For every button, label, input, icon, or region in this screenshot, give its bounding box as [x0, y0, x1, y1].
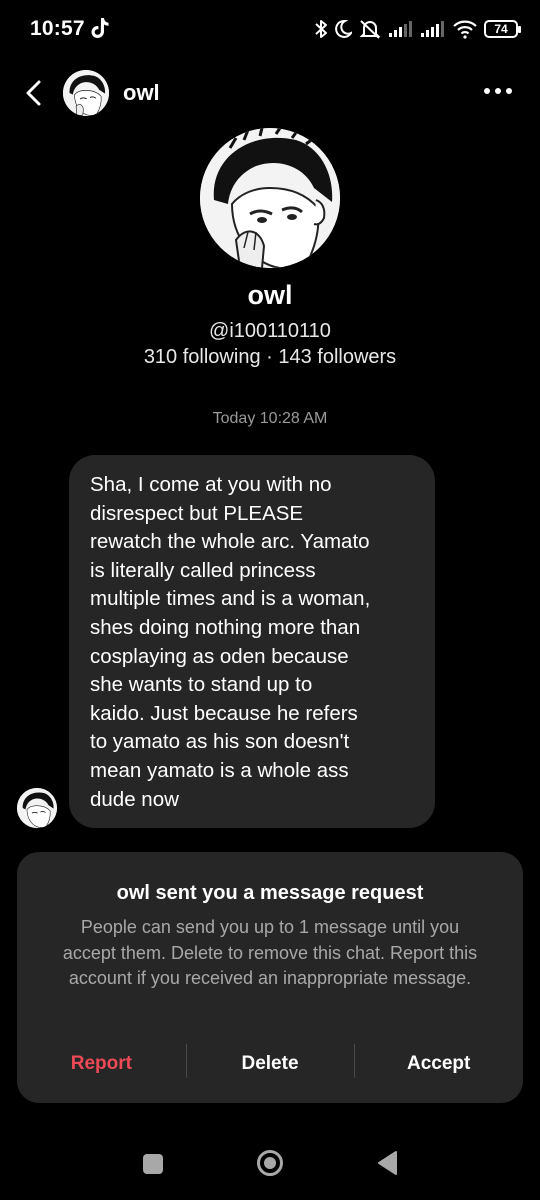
back-triangle-icon[interactable] — [376, 1150, 398, 1176]
signal-icon — [421, 21, 444, 37]
delete-button[interactable]: Delete — [185, 1042, 355, 1086]
header-username[interactable]: owl — [123, 80, 160, 106]
header-avatar[interactable] — [63, 70, 109, 116]
profile-name: owl — [247, 280, 293, 310]
sender-avatar[interactable] — [17, 788, 57, 828]
back-button[interactable] — [18, 76, 50, 110]
message-text: Sha, I come at you with no disrespect bu… — [90, 473, 371, 811]
profile-handle: @i100110110 — [209, 320, 331, 342]
bluetooth-icon — [315, 20, 327, 38]
message-timestamp: Today 10:28 AM — [212, 410, 328, 427]
message-bubble[interactable]: Sha, I come at you with no disrespect bu… — [69, 455, 435, 828]
mute-icon — [359, 20, 381, 39]
request-title: owl sent you a message request — [116, 882, 424, 904]
accept-button[interactable]: Accept — [354, 1042, 523, 1086]
profile-avatar[interactable] — [200, 128, 340, 268]
recents-square-icon[interactable] — [143, 1154, 163, 1174]
request-description: People can send you up to 1 message unti… — [62, 917, 478, 988]
moon-icon — [335, 19, 352, 38]
tiktok-icon — [91, 18, 109, 38]
profile-stats: 310 following · 143 followers — [143, 346, 397, 368]
wifi-icon — [453, 20, 477, 39]
report-button[interactable]: Report — [17, 1042, 186, 1086]
battery-icon: 74 — [484, 20, 521, 38]
more-horizontal-icon — [484, 88, 490, 94]
status-time: 10:57 — [30, 17, 85, 40]
message-request-card: owl sent you a message request People ca… — [17, 852, 523, 1103]
home-circle-icon[interactable] — [256, 1149, 284, 1177]
more-options-button[interactable] — [484, 88, 516, 98]
status-icons: 74 — [314, 16, 521, 42]
request-actions: Report Delete Accept — [17, 1042, 523, 1086]
signal-icon — [389, 21, 412, 37]
